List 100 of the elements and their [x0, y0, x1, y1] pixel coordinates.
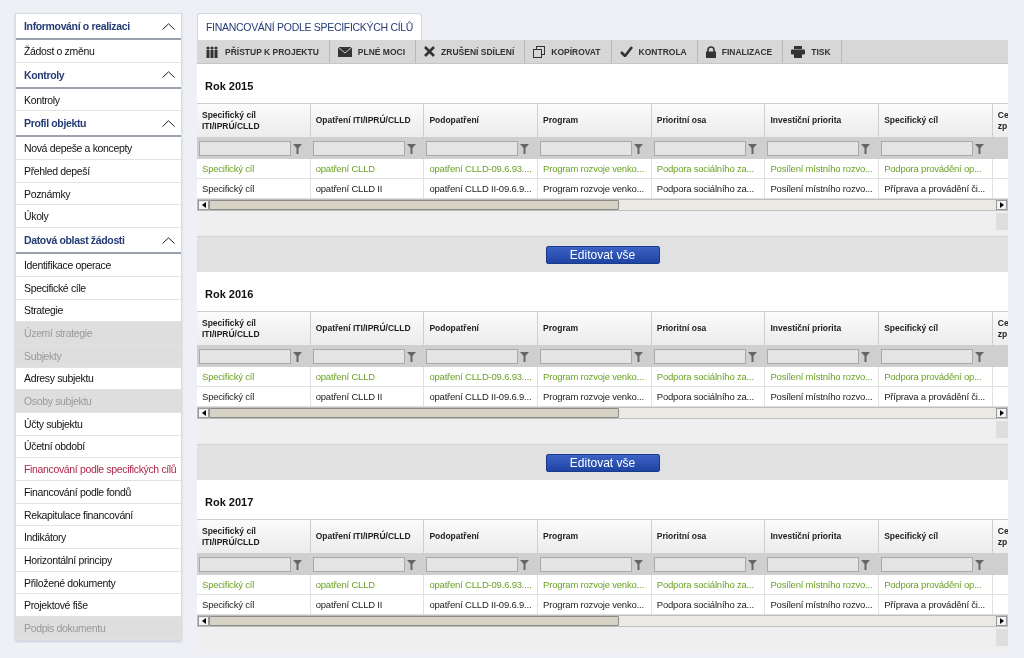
- column-header: Prioritní osa: [651, 312, 766, 346]
- sidebar-item[interactable]: Úkoly: [16, 205, 181, 229]
- filter-field[interactable]: [426, 349, 519, 364]
- table-cell: Podpora provádění op...: [879, 367, 993, 387]
- caret-right-icon[interactable]: [999, 618, 1004, 624]
- table-cell: opatření CLLD: [310, 159, 425, 179]
- filter-field[interactable]: [199, 141, 291, 156]
- printer-icon: [791, 45, 806, 58]
- column-header: Podopatření: [424, 312, 539, 346]
- filter-icon[interactable]: [293, 351, 302, 362]
- horizontal-scrollbar[interactable]: [197, 199, 1008, 211]
- column-header: Program: [538, 312, 652, 346]
- table-cell: opatření CLLD-09.6.93....: [424, 367, 539, 387]
- lock-icon: [705, 45, 716, 58]
- column-header: Specifický cíl ITI/IPRÚ/CLLD: [197, 520, 311, 554]
- column-header: Podopatření: [424, 520, 539, 554]
- caret-up-icon: [162, 119, 175, 127]
- table-cell: Posílení místního rozvo...: [765, 159, 880, 179]
- sidebar-item[interactable]: Účty subjektu: [16, 412, 181, 436]
- caret-left-icon[interactable]: [201, 410, 206, 416]
- sidebar-item[interactable]: Horizontální principy: [16, 549, 181, 572]
- horizontal-scrollbar[interactable]: [197, 407, 1008, 419]
- sidebar-item[interactable]: Přiložené dokumenty: [16, 571, 181, 595]
- filter-field[interactable]: [426, 557, 519, 572]
- column-header: Opatření ITI/IPRÚ/CLLD: [310, 312, 425, 346]
- table-cell: Podpora provádění op...: [879, 159, 993, 179]
- column-header: Investiční priorita: [765, 104, 880, 138]
- filter-field[interactable]: [881, 141, 974, 156]
- filter-field[interactable]: [540, 141, 633, 156]
- sidebar-item[interactable]: Strategie: [16, 299, 181, 323]
- menu-group-header[interactable]: Datová oblast žádosti: [16, 228, 181, 255]
- filter-field[interactable]: [199, 557, 291, 572]
- sidebar-item[interactable]: Účetní období: [16, 435, 181, 459]
- sidebar-item[interactable]: Financování podle fondů: [16, 481, 181, 504]
- column-header: Podopatření: [424, 104, 539, 138]
- column-header: Prioritní osa: [651, 104, 766, 138]
- tab[interactable]: FINANCOVÁNÍ PODLE SPECIFICKÝCH CÍLŮ: [197, 13, 423, 40]
- sidebar-item[interactable]: Přehled depeší: [16, 160, 181, 183]
- table-cell: opatření CLLD-09.6.93....: [424, 159, 539, 179]
- filter-field[interactable]: [881, 349, 974, 364]
- group-title: Profil objektu: [24, 117, 87, 130]
- column-header: Specifický cíl ITI/IPRÚ/CLLD: [197, 312, 311, 346]
- filter-field[interactable]: [312, 557, 405, 572]
- sidebar-item[interactable]: Financování podle specifických cílů: [16, 458, 181, 481]
- filter-field[interactable]: [767, 557, 860, 572]
- menu-group-header[interactable]: Profil objektu: [16, 111, 181, 138]
- caret-right-icon[interactable]: [999, 202, 1004, 208]
- caret-left-icon[interactable]: [201, 202, 206, 208]
- menu-group-header[interactable]: Kontroly: [16, 62, 181, 89]
- table-cell: Specifický cíl: [197, 159, 311, 179]
- caret-left-icon[interactable]: [201, 618, 206, 624]
- edit-all-button[interactable]: Editovat vše: [545, 453, 660, 472]
- sidebar-item[interactable]: Rekapitulace financování: [16, 503, 181, 527]
- sidebar-item[interactable]: Poznámky: [16, 182, 181, 206]
- sidebar-item[interactable]: Indikátory: [16, 526, 181, 550]
- sidebar-item[interactable]: Specifické cíle: [16, 276, 181, 300]
- edit-all-button[interactable]: Editovat vše: [545, 245, 660, 264]
- sidebar-item[interactable]: Projektové fiše: [16, 594, 181, 618]
- horizontal-scrollbar[interactable]: [197, 615, 1008, 627]
- table-cell: Program rozvoje venko...: [538, 575, 652, 595]
- filter-field[interactable]: [767, 141, 860, 156]
- envelope-icon: [337, 46, 352, 57]
- filter-field[interactable]: [426, 141, 519, 156]
- table-cell: Podpora sociálního za...: [651, 575, 766, 595]
- filter-icon[interactable]: [293, 143, 302, 154]
- people-icon: [205, 45, 219, 58]
- group-title: Kontroly: [24, 68, 65, 81]
- filter-field[interactable]: [540, 349, 633, 364]
- scrollbar-corner: [996, 213, 1008, 230]
- check-icon: [619, 46, 633, 57]
- caret-right-icon[interactable]: [999, 410, 1004, 416]
- sidebar-item[interactable]: Kontroly: [16, 88, 181, 112]
- group-title: Informování o realizaci: [24, 20, 130, 32]
- filter-icon[interactable]: [293, 559, 302, 570]
- table-cell: Specifický cíl: [197, 367, 311, 387]
- sidebar-item[interactable]: Nová depeše a koncepty: [16, 137, 181, 161]
- sidebar-item[interactable]: Žádost o změnu: [16, 40, 181, 63]
- section-title: Rok 2015: [204, 79, 255, 94]
- filter-field[interactable]: [540, 557, 633, 572]
- filter-field[interactable]: [312, 349, 405, 364]
- section-title: Rok 2017: [204, 495, 255, 510]
- table-cell: Posílení místního rozvo...: [765, 367, 880, 387]
- table-cell: Posílení místního rozvo...: [765, 575, 880, 595]
- filter-field[interactable]: [881, 557, 974, 572]
- menu-group-header[interactable]: Informování o realizaci: [16, 14, 181, 40]
- group-title: Datová oblast žádosti: [24, 234, 125, 247]
- column-header: Opatření ITI/IPRÚ/CLLD: [310, 520, 425, 554]
- filter-field[interactable]: [767, 349, 860, 364]
- filter-field[interactable]: [653, 557, 746, 572]
- filter-field[interactable]: [653, 349, 746, 364]
- table-cell: Podpora sociálního za...: [651, 367, 766, 387]
- column-header: Investiční priorita: [765, 520, 880, 554]
- cross-icon: [424, 46, 436, 57]
- filter-field[interactable]: [312, 141, 405, 156]
- table-cell: opatření CLLD: [310, 575, 425, 595]
- sidebar-item[interactable]: Identifikace operace: [16, 254, 181, 277]
- column-header: Program: [538, 104, 652, 138]
- sidebar-item[interactable]: Adresy subjektu: [16, 367, 181, 391]
- filter-field[interactable]: [199, 349, 291, 364]
- filter-field[interactable]: [653, 141, 746, 156]
